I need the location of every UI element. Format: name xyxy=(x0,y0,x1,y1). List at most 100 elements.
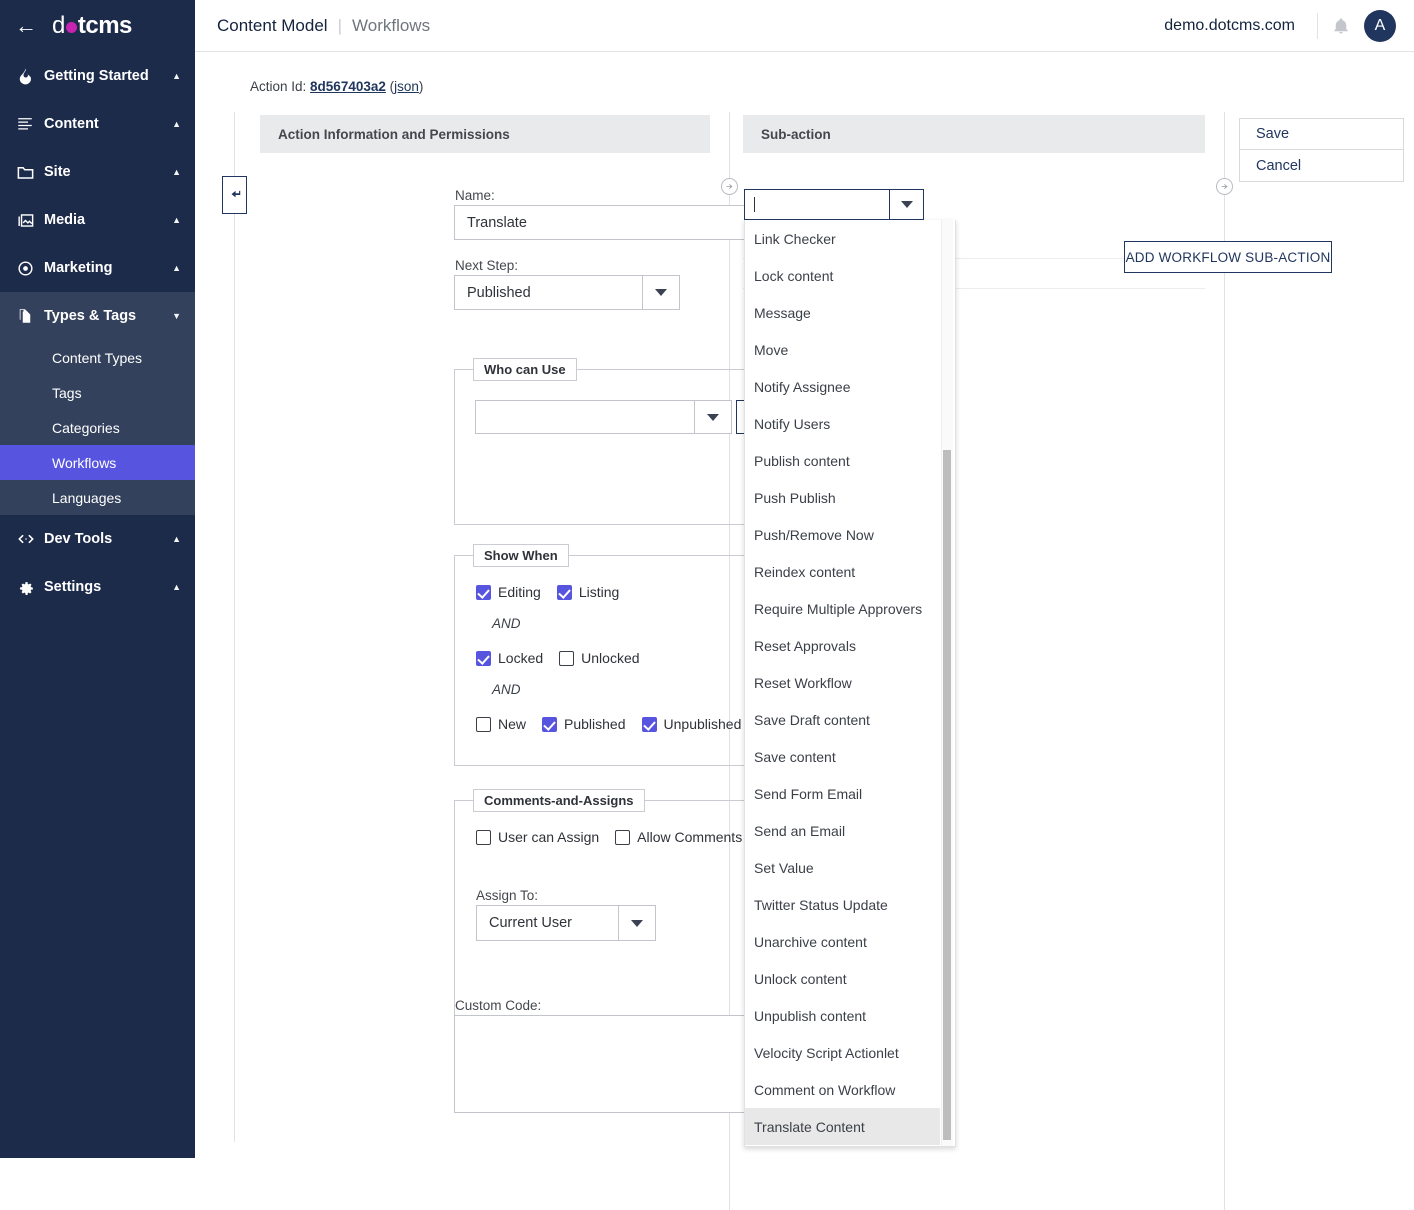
dropdown-item[interactable]: Message xyxy=(745,294,940,331)
label-editing: Editing xyxy=(498,584,541,600)
next-step-dropdown-toggle[interactable] xyxy=(642,275,680,310)
sidebar-item-marketing[interactable]: Marketing ▲ xyxy=(0,244,195,292)
dropdown-item[interactable]: Comment on Workflow xyxy=(745,1071,940,1108)
sidebar-sublabel: Content Types xyxy=(52,349,143,366)
checkbox-allow-comments[interactable] xyxy=(615,829,631,845)
dropdown-item[interactable]: Unarchive content xyxy=(745,923,940,960)
dropdown-item[interactable]: Save content xyxy=(745,738,940,775)
dropdown-item-label: Unarchive content xyxy=(754,933,867,950)
breadcrumb-separator: | xyxy=(337,15,342,35)
next-step-select[interactable]: Published xyxy=(454,275,680,310)
dropdown-item[interactable]: Lock content xyxy=(745,257,940,294)
action-id-value[interactable]: 8d567403a2 xyxy=(310,79,386,94)
dropdown-item-label: Push/Remove Now xyxy=(754,526,874,543)
checkbox-unlocked[interactable] xyxy=(559,650,575,666)
checkbox-locked[interactable] xyxy=(476,650,491,666)
sidebar-item-workflows[interactable]: Workflows xyxy=(0,445,195,480)
dropdown-item[interactable]: Unlock content xyxy=(745,960,940,997)
dropdown-item[interactable]: Reset Workflow xyxy=(745,664,940,701)
sidebar-item-getting-started[interactable]: Getting Started ▲ xyxy=(0,52,195,100)
dropdown-item[interactable]: Save Draft content xyxy=(745,701,940,738)
name-input-value: Translate xyxy=(467,214,527,231)
sidebar-item-types-and-tags[interactable]: Types & Tags ▼ xyxy=(0,292,195,340)
dropdown-item[interactable]: Require Multiple Approvers xyxy=(745,590,940,627)
checkbox-user-can-assign[interactable] xyxy=(476,829,491,845)
sidebar-item-categories[interactable]: Categories xyxy=(0,410,195,445)
breadcrumb-workflows[interactable]: Workflows xyxy=(352,16,430,36)
dropdown-item[interactable]: Send an Email xyxy=(745,812,940,849)
collapse-left-panel-button[interactable] xyxy=(222,176,247,214)
breadcrumb-content-model[interactable]: Content Model xyxy=(217,16,328,36)
checkbox-new[interactable] xyxy=(476,716,491,732)
sidebar-item-content-types[interactable]: Content Types xyxy=(0,340,195,375)
label-unlocked: Unlocked xyxy=(581,650,640,666)
dropdown-item[interactable]: Move xyxy=(745,331,940,368)
who-can-use-select[interactable] xyxy=(475,400,732,434)
left-panel-title: Action Information and Permissions xyxy=(278,126,510,142)
dropdown-item[interactable]: Translate Content xyxy=(745,1108,940,1145)
comments-and-assigns-legend: Comments-and-Assigns xyxy=(473,789,645,812)
dropdown-item-label: Send an Email xyxy=(754,822,846,839)
sidebar-item-settings[interactable]: Settings ▲ xyxy=(0,563,195,611)
chevron-down-icon xyxy=(631,919,643,927)
sidebar-item-languages[interactable]: Languages xyxy=(0,480,195,515)
sub-action-dropdown-toggle[interactable] xyxy=(889,189,924,220)
sidebar-item-media[interactable]: Media ▲ xyxy=(0,196,195,244)
logo-part-d: d xyxy=(52,12,65,39)
dotcms-logo: d tcms xyxy=(52,12,132,40)
checkbox-unpublished[interactable] xyxy=(641,716,657,732)
cancel-button[interactable]: Cancel xyxy=(1239,150,1404,182)
dropdown-item[interactable]: Send Form Email xyxy=(745,775,940,812)
dropdown-item-label: Publish content xyxy=(754,452,850,469)
dropdown-item-label: Notify Users xyxy=(754,415,831,432)
assign-to-dropdown-toggle[interactable] xyxy=(618,905,656,941)
json-link[interactable]: json xyxy=(394,79,419,94)
checkbox-listing[interactable] xyxy=(556,584,572,600)
checkbox-editing[interactable] xyxy=(476,584,491,600)
sidebar-sublabel: Languages xyxy=(52,489,122,506)
sidebar-item-dev-tools[interactable]: Dev Tools ▲ xyxy=(0,515,195,563)
text-cursor xyxy=(754,197,755,212)
dropdown-item-label: Require Multiple Approvers xyxy=(754,600,923,617)
folder-icon xyxy=(16,163,44,182)
expand-sub-action-button[interactable] xyxy=(721,178,738,195)
dropdown-item[interactable]: Set Value xyxy=(745,849,940,886)
dropdown-item[interactable]: Push/Remove Now xyxy=(745,516,940,553)
expand-right-panel-button[interactable] xyxy=(1216,178,1233,195)
sidebar-item-site[interactable]: Site ▲ xyxy=(0,148,195,196)
add-workflow-sub-action-button[interactable]: ADD WORKFLOW SUB-ACTION xyxy=(1124,241,1332,273)
save-button[interactable]: Save xyxy=(1239,118,1404,150)
dropdown-item[interactable]: Reset Approvals xyxy=(745,627,940,664)
dropdown-item[interactable]: Velocity Script Actionlet xyxy=(745,1034,940,1071)
dropdown-item[interactable]: Notify Users xyxy=(745,405,940,442)
next-step-value: Published xyxy=(467,284,531,301)
bell-icon[interactable] xyxy=(1318,17,1364,35)
dropdown-item[interactable]: Publish content xyxy=(745,442,940,479)
sidebar-sublabel: Categories xyxy=(52,419,120,436)
dropdown-item[interactable]: Link Checker xyxy=(745,220,940,257)
dropdown-item[interactable]: Unpublish content xyxy=(745,997,940,1034)
action-id-label: Action Id: xyxy=(250,79,307,94)
site-name: demo.dotcms.com xyxy=(1164,16,1295,34)
chevron-down-icon xyxy=(655,289,667,296)
dropdown-item[interactable]: Push Publish xyxy=(745,479,940,516)
label-locked: Locked xyxy=(498,650,544,666)
arrow-left-icon[interactable]: ← xyxy=(0,0,52,52)
sidebar-item-content[interactable]: Content ▲ xyxy=(0,100,195,148)
dropdown-item-label: Send Form Email xyxy=(754,785,863,802)
chevron-up-icon: ▲ xyxy=(172,215,181,225)
sidebar-sublabel: Workflows xyxy=(52,454,117,471)
assign-to-select[interactable]: Current User xyxy=(476,905,656,941)
and-operator-1: AND xyxy=(492,616,521,631)
avatar[interactable]: A xyxy=(1364,9,1396,42)
sidebar-item-tags[interactable]: Tags xyxy=(0,375,195,410)
checkbox-published[interactable] xyxy=(542,716,558,732)
sub-action-panel-header: Sub-action xyxy=(743,115,1205,153)
dropdown-item[interactable]: Notify Assignee xyxy=(745,368,940,405)
dropdown-item[interactable]: Reindex content xyxy=(745,553,940,590)
dropdown-scrollbar-thumb[interactable] xyxy=(943,450,951,1140)
sub-action-dropdown-list[interactable]: Link Checker Lock content Message Move Notif… xyxy=(744,220,956,1147)
dropdown-item[interactable]: Twitter Status Update xyxy=(745,886,940,923)
save-button-label: Save xyxy=(1256,126,1290,142)
who-can-use-dropdown-toggle[interactable] xyxy=(694,400,732,434)
